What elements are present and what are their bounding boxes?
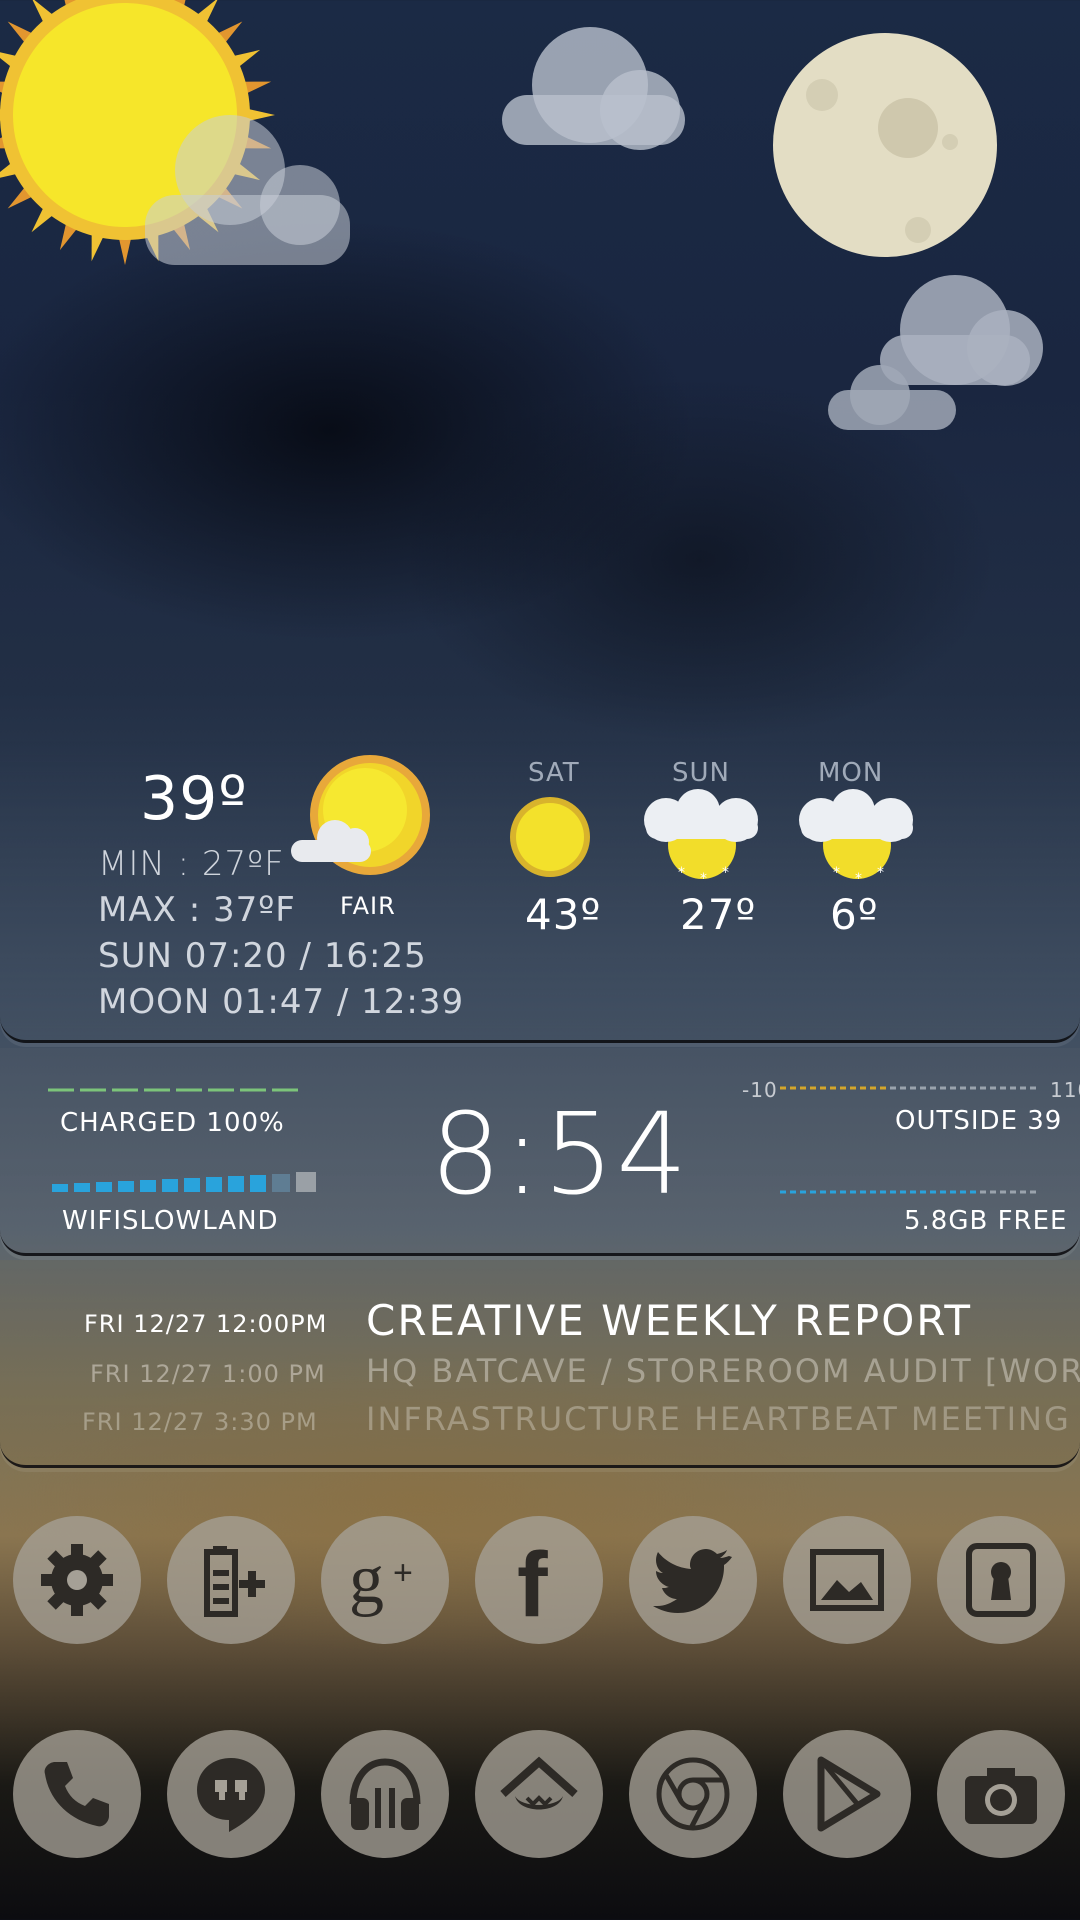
battery-level-bar <box>48 1088 304 1092</box>
svg-text:*: * <box>678 865 685 881</box>
event-time[interactable]: FRI 12/27 3:30 PM <box>82 1408 318 1436</box>
chrome-app[interactable] <box>629 1730 757 1858</box>
gallery-app[interactable] <box>783 1516 911 1644</box>
play-store-app[interactable] <box>783 1730 911 1858</box>
google-plus-app[interactable]: g + <box>321 1516 449 1644</box>
snow-cloud-icon: * * * <box>644 789 758 885</box>
wifi-name: WIFISLOWLAND <box>62 1206 279 1236</box>
max-temperature: MAX : 37ºF <box>98 890 296 930</box>
moon-times: MOON 01:47 / 12:39 <box>98 982 465 1022</box>
event-title[interactable]: CREATIVE WEEKLY REPORT <box>366 1296 972 1345</box>
forecast-temp-mon: 6º <box>830 890 879 939</box>
storage-free: 5.8GB FREE <box>904 1206 1068 1236</box>
google-plus-icon: g + <box>349 1541 413 1618</box>
battery-status: CHARGED 100% <box>60 1108 285 1138</box>
cloud-icon <box>502 27 685 150</box>
sun-times: SUN 07:20 / 16:25 <box>98 936 427 976</box>
phone-app[interactable] <box>13 1730 141 1858</box>
outside-temperature: OUTSIDE 39 <box>895 1106 1063 1136</box>
facebook-icon: f <box>517 1540 548 1620</box>
sky-decoration <box>0 0 1043 430</box>
fair-weather-icon <box>291 755 430 875</box>
chrome-icon <box>656 1757 730 1831</box>
wifi-signal-bars <box>52 1172 316 1192</box>
home-icon <box>500 1756 578 1810</box>
lock-app[interactable] <box>937 1516 1065 1644</box>
battery-icon <box>204 1546 265 1617</box>
moon-icon <box>773 33 997 257</box>
cloud-icon <box>880 275 1043 386</box>
outside-temp-bar <box>780 1086 1038 1090</box>
svg-text:*: * <box>877 865 884 881</box>
event-time[interactable]: FRI 12/27 1:00 PM <box>90 1360 326 1388</box>
twitter-app[interactable] <box>629 1516 757 1644</box>
play-store-icon <box>817 1756 881 1832</box>
calendar-panel: FRI 12/27 12:00PM CREATIVE WEEKLY REPORT… <box>0 1260 1080 1468</box>
forecast-temp-sat: 43º <box>525 890 602 939</box>
hangouts-icon <box>197 1758 265 1832</box>
svg-text:*: * <box>855 871 862 885</box>
forecast-temp-sun: 27º <box>680 890 757 939</box>
svg-text:*: * <box>833 865 840 881</box>
camera-icon <box>965 1768 1037 1824</box>
event-title[interactable]: HQ BATCAVE / STOREROOM AUDIT [WOR... <box>366 1352 1080 1390</box>
event-title[interactable]: INFRASTRUCTURE HEARTBEAT MEETING ... <box>366 1400 1080 1438</box>
camera-app[interactable] <box>937 1730 1065 1858</box>
status-panel: CHARGED 100% WIFISLOWLAND 8:54 -10 110 O… <box>0 1048 1080 1256</box>
battery-app[interactable] <box>167 1516 295 1644</box>
facebook-app[interactable]: f <box>475 1516 603 1644</box>
settings-app[interactable] <box>13 1516 141 1644</box>
min-temperature: MIN : 27ºF <box>98 844 285 884</box>
svg-text:g: g <box>349 1541 384 1618</box>
temp-scale-min: -10 <box>742 1078 778 1102</box>
svg-text:f: f <box>517 1540 548 1620</box>
current-temperature: 39º <box>140 764 248 834</box>
music-app[interactable] <box>321 1730 449 1858</box>
hangouts-app[interactable] <box>167 1730 295 1858</box>
event-time[interactable]: FRI 12/27 12:00PM <box>84 1310 327 1338</box>
gear-icon <box>41 1544 113 1616</box>
headphones-icon <box>349 1758 421 1830</box>
svg-text:+: + <box>393 1554 413 1592</box>
weather-panel: 39º MIN : 27ºF MAX : 37ºF SUN 07:20 / 16… <box>0 740 1080 1043</box>
gallery-icon <box>810 1549 884 1611</box>
condition-label: FAIR <box>340 892 396 920</box>
twitter-icon <box>653 1549 732 1613</box>
forecast-day-sat: SAT <box>528 758 580 788</box>
forecast-day-sun: SUN <box>672 758 730 788</box>
svg-text:*: * <box>700 871 707 885</box>
snow-cloud-icon: * * * <box>799 789 913 885</box>
forecast-day-mon: MON <box>818 758 884 788</box>
phone-icon <box>44 1762 109 1827</box>
clock-time: 8:54 <box>430 1090 690 1220</box>
sun-icon <box>510 797 590 877</box>
temp-scale-max: 110 <box>1050 1078 1080 1102</box>
storage-bar <box>780 1190 1038 1194</box>
lock-icon <box>966 1543 1036 1617</box>
home-app[interactable] <box>475 1730 603 1858</box>
svg-text:*: * <box>722 865 729 881</box>
